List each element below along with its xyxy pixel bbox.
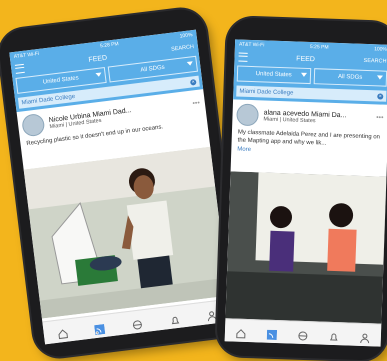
chevron-down-icon xyxy=(377,75,383,79)
post-photo[interactable] xyxy=(24,147,229,319)
bell-icon[interactable] xyxy=(169,312,180,323)
profile-icon[interactable] xyxy=(360,330,370,340)
time-label: 5:25 PM xyxy=(310,44,329,51)
feed-title: FEED xyxy=(88,54,107,63)
left-screen: AT&T Wi-Fi 5:28 PM 100% FEED SEARCH Unit… xyxy=(9,30,231,345)
globe-icon[interactable] xyxy=(131,316,142,327)
carrier-label: AT&T Wi-Fi xyxy=(239,42,265,49)
more-options-icon[interactable]: ••• xyxy=(192,100,200,108)
bell-icon[interactable] xyxy=(329,329,339,339)
right-tab-bar xyxy=(225,318,382,346)
more-options-icon[interactable]: ••• xyxy=(376,114,384,121)
home-icon[interactable] xyxy=(57,326,68,337)
close-icon[interactable]: × xyxy=(190,78,197,85)
country-dropdown[interactable]: United States xyxy=(237,65,311,84)
home-icon[interactable] xyxy=(235,326,245,336)
search-link[interactable]: SEARCH xyxy=(363,58,386,65)
avatar[interactable] xyxy=(21,113,46,138)
right-app-header: AT&T Wi-Fi 5:25 PM 100% FEED SEARCH Unit… xyxy=(233,39,387,104)
post-photo[interactable] xyxy=(225,171,386,326)
right-post-header: alana acevedo Miami Da... Miami | United… xyxy=(232,99,387,132)
chevron-down-icon xyxy=(300,73,306,77)
right-filters: United States All SDGs xyxy=(234,63,387,88)
right-screen: AT&T Wi-Fi 5:25 PM 100% FEED SEARCH Unit… xyxy=(225,39,387,346)
feed-icon[interactable] xyxy=(94,321,105,332)
profile-icon[interactable] xyxy=(206,307,217,318)
chevron-down-icon xyxy=(95,73,101,78)
right-phone: AT&T Wi-Fi 5:25 PM 100% FEED SEARCH Unit… xyxy=(216,17,387,361)
left-phone: AT&T Wi-Fi 5:28 PM 100% FEED SEARCH Unit… xyxy=(0,7,243,360)
battery-label: 100% xyxy=(179,32,192,40)
avatar[interactable] xyxy=(236,104,259,127)
globe-icon[interactable] xyxy=(298,328,308,338)
battery-label: 100% xyxy=(374,46,387,52)
menu-icon[interactable] xyxy=(238,52,247,61)
sdg-dropdown[interactable]: All SDGs xyxy=(313,68,387,87)
search-link[interactable]: SEARCH xyxy=(171,44,194,53)
feed-title: FEED xyxy=(296,55,315,63)
close-icon[interactable]: × xyxy=(377,93,383,99)
chevron-down-icon xyxy=(187,61,193,66)
menu-icon[interactable] xyxy=(15,63,25,73)
feed-icon[interactable] xyxy=(267,327,277,337)
time-label: 5:28 PM xyxy=(100,41,119,49)
